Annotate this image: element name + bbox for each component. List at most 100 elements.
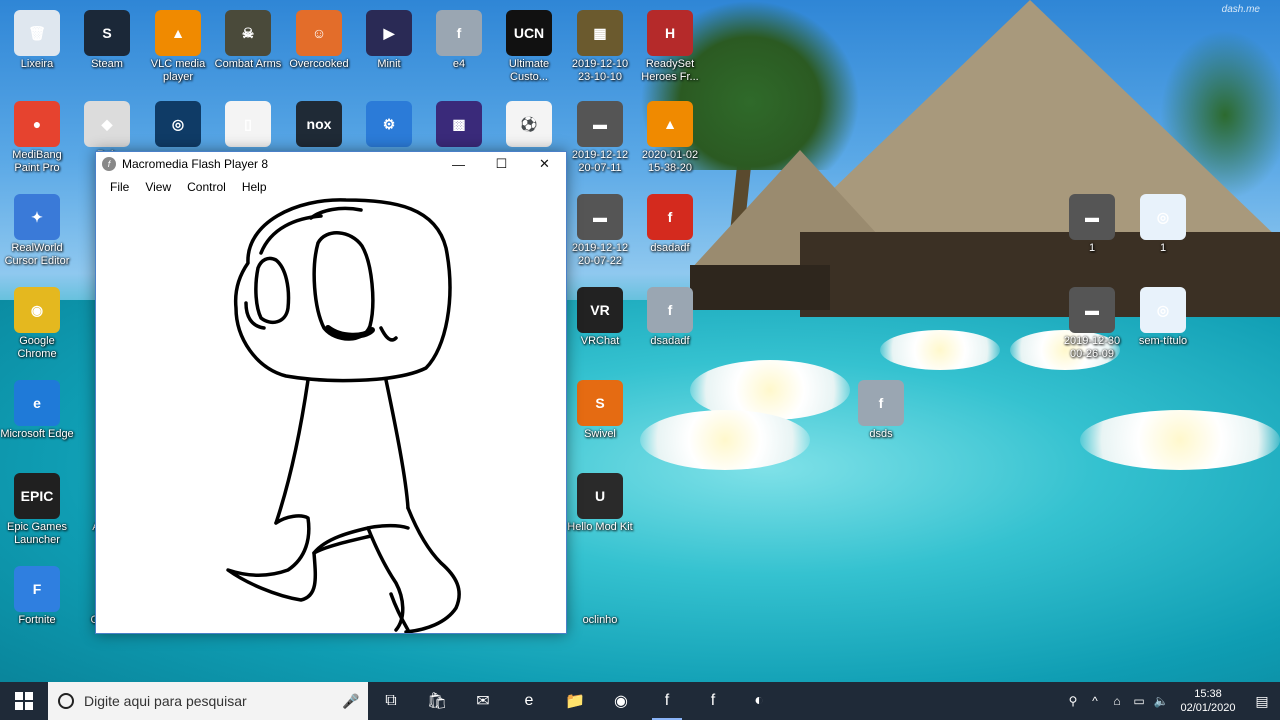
menu-view[interactable]: View: [137, 180, 179, 194]
action-center-icon[interactable]: ▤: [1244, 682, 1280, 720]
desktop-icon[interactable]: f dsds: [844, 380, 918, 441]
settings-app-icon: ⚙: [366, 101, 412, 147]
desktop-icon[interactable]: ▬ 1: [1055, 194, 1129, 255]
show-hidden-icons-chevron-icon[interactable]: ^: [1084, 694, 1106, 708]
desktop-icon[interactable]: nox: [282, 101, 356, 149]
desktop-icon[interactable]: ● MediBang Paint Pro: [0, 101, 74, 175]
desktop-icon[interactable]: ▯: [211, 101, 285, 149]
desktop-icon[interactable]: ▬ 2019-12-30 00-26-09: [1055, 287, 1129, 361]
desktop-icon[interactable]: ◉ Google Chrome: [0, 287, 74, 361]
roblox-icon: ◆: [84, 101, 130, 147]
epic-games-icon: EPIC: [14, 473, 60, 519]
video-file-icon: ▬: [1069, 287, 1115, 333]
vrchat-icon: VR: [577, 287, 623, 333]
desktop-icon[interactable]: 🗑 Lixeira: [0, 10, 74, 71]
taskbar-pinned-apps: ⧉ 🛍 ✉ e 📁 ◉ f f ◐: [368, 682, 782, 720]
chrome-icon[interactable]: ◉: [598, 682, 644, 720]
desktop-icon[interactable]: oclinho: [563, 566, 637, 627]
taskbar-search-box[interactable]: Digite aqui para pesquisar 🎤: [48, 682, 368, 720]
start-button[interactable]: [0, 682, 48, 720]
desktop-icon[interactable]: UCN Ultimate Custo...: [492, 10, 566, 84]
system-tray: ⚲ ^ ⌂ ▭ 🔈 15:38 02/01/2020 ▤: [1062, 682, 1280, 720]
desktop-icon[interactable]: ◎ 1: [1126, 194, 1200, 255]
desktop-icon-label: 2019-12-30 00-26-09: [1063, 335, 1121, 360]
desktop-icon[interactable]: f dsadadf: [633, 287, 707, 348]
desktop-icon[interactable]: ▩: [422, 101, 496, 149]
desktop-icon[interactable]: ◎ sem-título: [1126, 287, 1200, 348]
window-title-bar[interactable]: f Macromedia Flash Player 8 — ☐ ✕: [96, 152, 566, 176]
desktop-icon-label: Combat Arms: [214, 58, 282, 70]
desktop-icon[interactable]: e Microsoft Edge: [0, 380, 74, 441]
desktop-icon-label: Google Chrome: [17, 335, 57, 360]
desktop-icon[interactable]: VR VRChat: [563, 287, 637, 348]
maximize-button[interactable]: ☐: [480, 152, 523, 176]
people-icon[interactable]: ⚲: [1062, 694, 1084, 708]
desktop-icon[interactable]: ☺ Overcooked: [282, 10, 356, 71]
minimize-button[interactable]: —: [437, 152, 480, 176]
ucn-icon: UCN: [506, 10, 552, 56]
desktop-icon-label: Microsoft Edge: [0, 428, 74, 440]
obs-icon[interactable]: ◐: [736, 682, 782, 720]
desktop-icon[interactable]: ▲ 2020-01-02 15-38-20: [633, 101, 707, 175]
desktop-icon-label: Minit: [377, 58, 401, 70]
desktop-icon-label: oclinho: [582, 614, 618, 626]
desktop-icon[interactable]: ◎: [141, 101, 215, 149]
desktop-icon[interactable]: ⚙: [352, 101, 426, 149]
desktop-icon-label: 2019-12-12 20-07-22: [571, 242, 629, 267]
fortnite-icon: F: [14, 566, 60, 612]
flash-stage[interactable]: [96, 198, 566, 634]
file-explorer-icon[interactable]: 📁: [552, 682, 598, 720]
flash-file-icon: f: [647, 287, 693, 333]
desktop-icon[interactable]: U Hello Mod Kit: [563, 473, 637, 534]
desktop-icon-label: sem-título: [1138, 335, 1188, 347]
store-icon[interactable]: 🛍: [414, 682, 460, 720]
display-icon[interactable]: ▭: [1128, 694, 1150, 708]
menu-help[interactable]: Help: [234, 180, 275, 194]
desktop-icon-label: MediBang Paint Pro: [12, 149, 62, 174]
mail-icon[interactable]: ✉: [460, 682, 506, 720]
search-placeholder: Digite aqui para pesquisar: [84, 693, 247, 709]
video-file-icon: ▬: [577, 194, 623, 240]
taskbar-clock[interactable]: 15:38 02/01/2020: [1172, 687, 1244, 715]
desktop-icon[interactable]: S Steam: [70, 10, 144, 71]
volume-icon[interactable]: 🔈: [1150, 694, 1172, 708]
desktop-icon[interactable]: H ReadySet Heroes Fr...: [633, 10, 707, 84]
file-icon: [577, 566, 623, 612]
desktop-icon-label: Lixeira: [20, 58, 54, 70]
desktop-icon[interactable]: ▦ 2019-12-10 23-10-10: [563, 10, 637, 84]
desktop-icon[interactable]: ▬ 2019-12-12 20-07-22: [563, 194, 637, 268]
desktop-icon-label: 1: [1088, 242, 1096, 254]
desktop-icon[interactable]: ▲ VLC media player: [141, 10, 215, 84]
desktop-icon-label: VLC media player: [150, 58, 206, 83]
cursor-editor-icon: ✦: [14, 194, 60, 240]
desktop-icon-label: dsadadf: [650, 242, 690, 254]
desktop-icon[interactable]: ⚽: [492, 101, 566, 149]
cartoon-character-drawing: [226, 198, 461, 634]
close-button[interactable]: ✕: [523, 152, 566, 176]
desktop-icon[interactable]: f dsadadf: [633, 194, 707, 255]
desktop-icon[interactable]: S Swivel: [563, 380, 637, 441]
menu-file[interactable]: File: [102, 180, 137, 194]
desktop-icon[interactable]: ✦ RealWorld Cursor Editor: [0, 194, 74, 268]
task-view-icon[interactable]: ⧉: [368, 682, 414, 720]
desktop-icon[interactable]: ▬ 2019-12-12 20-07-11: [563, 101, 637, 175]
menu-control[interactable]: Control: [179, 180, 234, 194]
video-file-icon: ▦: [577, 10, 623, 56]
flash-player-icon[interactable]: f: [644, 682, 690, 720]
microphone-icon[interactable]: 🎤: [342, 692, 359, 710]
desktop-icon-label: Steam: [91, 58, 123, 70]
medibang-icon: ●: [14, 101, 60, 147]
target-file-icon: ◎: [1140, 287, 1186, 333]
desktop-icon-label: 2019-12-12 20-07-11: [571, 149, 629, 174]
desktop-icon[interactable]: ▶ Minit: [352, 10, 426, 71]
desktop-icon-label: Hello Mod Kit: [567, 521, 633, 533]
minit-icon: ▶: [366, 10, 412, 56]
desktop-icon[interactable]: ☠ Combat Arms: [211, 10, 285, 71]
flash-player-window[interactable]: f Macromedia Flash Player 8 — ☐ ✕ File V…: [95, 151, 567, 634]
desktop-icon[interactable]: f e4: [422, 10, 496, 71]
network-icon[interactable]: ⌂: [1106, 694, 1128, 708]
chrome-icon: ◉: [14, 287, 60, 333]
edge-icon[interactable]: e: [506, 682, 552, 720]
flash-red-icon[interactable]: f: [690, 682, 736, 720]
blank-file-icon: ▯: [225, 101, 271, 147]
